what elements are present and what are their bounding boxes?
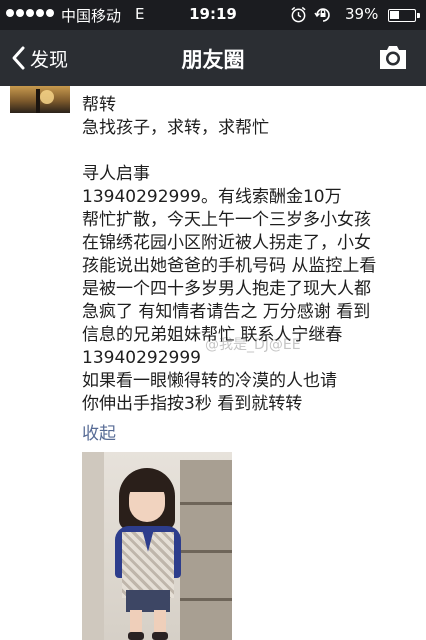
status-bar: 中国移动 E 19:19 39%: [0, 0, 426, 30]
post-line: [82, 140, 420, 163]
post-line: 如果看一眼懒得转的冷漠的人也请: [82, 371, 337, 391]
battery-percent: 39%: [345, 5, 379, 23]
moment-post: 帮转 急找孩子，求转，求帮忙 寻人启事 13940292999。有线索酬金10万…: [0, 86, 426, 640]
post-line: 是被一个四十多岁男人抱走了现大人都: [82, 279, 371, 299]
post-line: 孩能说出她爸爸的手机号码 从监控上看: [82, 256, 377, 276]
post-line: 你伸出手指按3秒 看到就转转: [82, 394, 303, 414]
collapse-link[interactable]: 收起: [82, 419, 116, 444]
post-line: 急疯了 有知情者请告之 万分感谢 看到: [82, 302, 371, 322]
post-line: 在锦绣花园小区附近被人拐走了，小女: [82, 233, 371, 253]
navigation-bar: 发现 朋友圈: [0, 30, 426, 86]
page-title: 朋友圈: [181, 48, 245, 72]
alarm-clock-icon: [291, 6, 306, 23]
post-text: 帮转 急找孩子，求转，求帮忙 寻人启事 13940292999。有线索酬金10万…: [82, 94, 420, 416]
post-line: 帮转: [82, 95, 116, 115]
camera-icon[interactable]: [377, 42, 409, 72]
post-photo[interactable]: [82, 452, 232, 640]
avatar[interactable]: [10, 86, 70, 113]
post-line: 信息的兄弟姐妹帮忙 联系人宁继春: [82, 325, 343, 345]
rotation-lock-icon: [314, 8, 330, 22]
battery-icon: [388, 9, 420, 22]
post-line: 急找孩子，求转，求帮忙: [82, 118, 269, 138]
post-line: 帮忙扩散，今天上午一个三岁多小女孩: [82, 210, 371, 230]
post-line: 寻人启事: [82, 164, 150, 184]
post-line: 13940292999。有线索酬金10万: [82, 187, 342, 207]
post-line: 13940292999: [82, 348, 201, 368]
